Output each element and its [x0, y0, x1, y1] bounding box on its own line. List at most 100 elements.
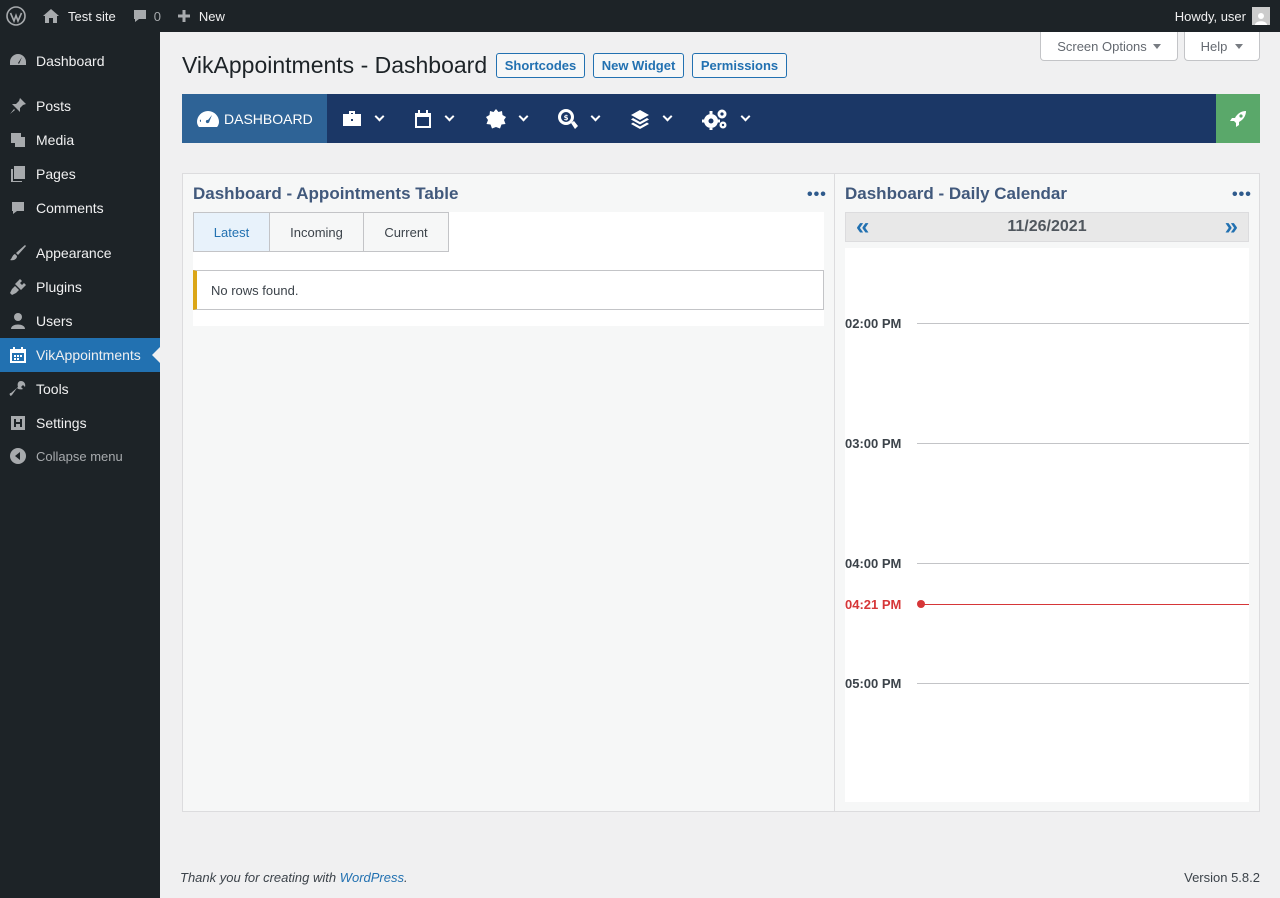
sidebar-item-media[interactable]: Media: [0, 123, 160, 157]
prev-day-button[interactable]: «: [856, 215, 869, 239]
site-name: Test site: [68, 8, 116, 24]
hour-label: 02:00 PM: [845, 315, 902, 331]
caret-down-icon: [1235, 43, 1244, 49]
toolbar-dashboard-tab[interactable]: DASHBOARD: [182, 94, 327, 143]
calendar-icon: [10, 347, 26, 363]
help-label: Help: [1200, 38, 1228, 54]
sidebar-item-users[interactable]: Users: [0, 304, 160, 338]
sidebar-item-pages[interactable]: Pages: [0, 157, 160, 191]
footer-thanks: Thank you for creating with WordPress.: [180, 870, 408, 885]
toolbar-menu-configuration[interactable]: [702, 94, 751, 143]
sidebar-item-comments[interactable]: Comments: [0, 191, 160, 225]
help-button[interactable]: Help: [1184, 32, 1260, 61]
my-account-link[interactable]: Howdy, user: [1167, 0, 1280, 32]
sidebar-item-posts[interactable]: Posts: [0, 89, 160, 123]
toolbar-menu-appointments[interactable]: [414, 94, 455, 143]
hour-label: 05:00 PM: [845, 675, 902, 691]
sidebar-item-label: Appearance: [36, 245, 112, 261]
chevron-down-icon: [662, 111, 673, 122]
avatar: [1252, 7, 1270, 25]
calendar-timeline: 02:00 PM 03:00 PM 04:00 PM 04:21 PM 05:0…: [845, 248, 1249, 802]
new-widget-button[interactable]: New Widget: [593, 53, 684, 78]
wrench-icon: [9, 381, 26, 396]
collapse-arrow-icon: [10, 448, 26, 464]
tachometer-icon: [197, 110, 219, 127]
hour-line: [917, 322, 1249, 324]
sidebar-item-label: Posts: [36, 98, 72, 114]
dashboard-widgets: Dashboard - Appointments Table ••• Lates…: [182, 173, 1260, 812]
toolbar-menu-layers[interactable]: [630, 94, 673, 143]
svg-text:$: $: [564, 114, 569, 122]
sidebar-item-label: Comments: [36, 200, 104, 216]
widget-title: Dashboard - Appointments Table: [193, 184, 459, 203]
hour-line: [917, 442, 1249, 444]
admin-sidebar: Dashboard Posts Media Pages Comments App…: [0, 32, 160, 898]
new-content-link[interactable]: New: [169, 0, 233, 32]
sidebar-item-label: Tools: [36, 381, 69, 397]
layers-icon: [631, 109, 649, 129]
chevron-down-icon: [740, 111, 751, 122]
sidebar-item-appearance[interactable]: Appearance: [0, 236, 160, 270]
toolbar-menu-management[interactable]: [342, 94, 385, 143]
toolbar-wizard-button[interactable]: [1216, 94, 1260, 143]
permissions-button[interactable]: Permissions: [692, 53, 787, 78]
sidebar-item-label: Plugins: [36, 279, 82, 295]
hour-label: 03:00 PM: [845, 435, 902, 451]
tab-incoming[interactable]: Incoming: [269, 212, 364, 252]
comments-count: 0: [153, 8, 161, 24]
site-name-link[interactable]: Test site: [34, 0, 124, 32]
shortcodes-button[interactable]: Shortcodes: [496, 53, 585, 78]
caret-down-icon: [1152, 43, 1161, 49]
current-time-line: [924, 603, 1249, 605]
wordpress-link[interactable]: WordPress: [340, 870, 404, 885]
hour-line: [917, 562, 1249, 564]
plus-icon: [177, 10, 190, 22]
rocket-icon: [1230, 110, 1246, 127]
widget-options-icon[interactable]: •••: [807, 186, 827, 204]
sidebar-item-label: VikAppointments: [36, 347, 141, 363]
hour-row: 05:00 PM: [845, 675, 1249, 691]
screen-options-label: Screen Options: [1057, 38, 1147, 54]
search-dollar-icon: $: [558, 108, 578, 129]
toolbar-menu-payments[interactable]: $: [558, 94, 601, 143]
greeting: Howdy, user: [1174, 8, 1246, 24]
sidebar-item-settings[interactable]: Settings: [0, 406, 160, 440]
pin-icon: [10, 98, 26, 114]
pages-icon: [11, 166, 25, 182]
sidebar-item-label: Media: [36, 132, 75, 148]
sidebar-item-plugins[interactable]: Plugins: [0, 270, 160, 304]
collapse-menu-button[interactable]: Collapse menu: [0, 439, 160, 473]
badge-icon: [486, 108, 506, 128]
collapse-menu-label: Collapse menu: [36, 448, 123, 464]
dashboard-icon: [10, 54, 26, 65]
next-day-button[interactable]: »: [1225, 215, 1238, 239]
page-title: VikAppointments - Dashboard: [182, 52, 488, 78]
comment-icon: [12, 202, 24, 214]
widget-options-icon[interactable]: •••: [1232, 186, 1252, 204]
footer-suffix: .: [404, 870, 408, 885]
sidebar-item-tools[interactable]: Tools: [0, 372, 160, 406]
hour-line: [917, 682, 1249, 684]
toolbar-dashboard-label: DASHBOARD: [224, 110, 313, 127]
sidebar-item-dashboard[interactable]: Dashboard: [0, 44, 160, 78]
footer-thanks-text: Thank you for creating with: [180, 870, 337, 885]
comment-icon: [133, 10, 146, 22]
hour-row: 02:00 PM: [845, 315, 1249, 331]
admin-bar: Test site 0 New Howdy, user: [0, 0, 1280, 32]
tab-latest[interactable]: Latest: [193, 212, 270, 252]
current-time-label: 04:21 PM: [845, 596, 902, 612]
home-icon: [43, 9, 59, 23]
toolbar-menu-customers[interactable]: [486, 94, 529, 143]
screen-options-button[interactable]: Screen Options: [1040, 32, 1178, 61]
sidebar-item-vikappointments[interactable]: VikAppointments: [0, 338, 160, 372]
widget-body: Latest Incoming Current No rows found.: [193, 212, 824, 326]
chevron-down-icon: [590, 111, 601, 122]
wordpress-logo-icon[interactable]: [0, 0, 34, 32]
calendar-date: 11/26/2021: [1007, 218, 1087, 235]
briefcase-icon: [343, 110, 361, 126]
tab-current[interactable]: Current: [363, 212, 449, 252]
comments-link[interactable]: 0: [124, 0, 169, 32]
sidebar-item-label: Users: [36, 313, 73, 329]
chevron-down-icon: [444, 111, 455, 122]
empty-notice: No rows found.: [193, 270, 824, 310]
